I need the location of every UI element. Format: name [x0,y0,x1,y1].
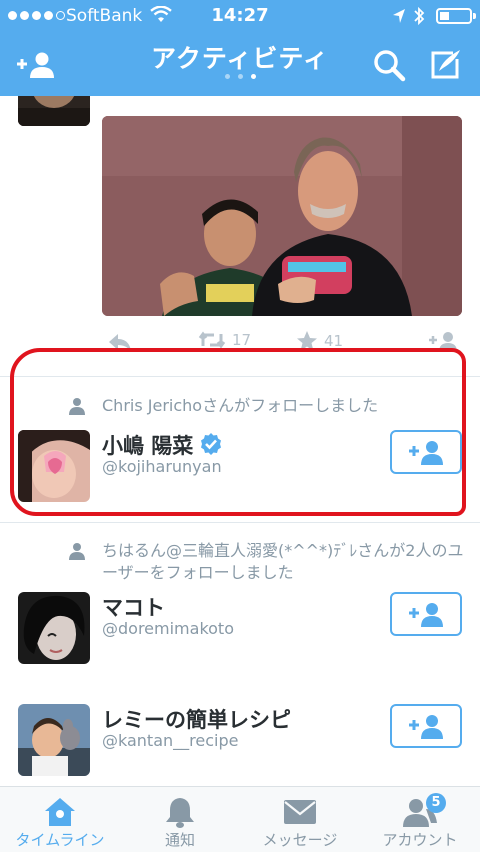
user-display-name[interactable]: 小嶋 陽菜 [102,430,223,460]
activity-context-text: ちはるん@三輪直人溺愛(*^^*)ﾃﾞﾚさんが2人のユーザーをフォローしました [102,541,464,582]
tab-messages[interactable]: メッセージ [240,787,360,852]
user-avatar[interactable] [18,430,90,502]
user-name-text: 小嶋 陽菜 [102,434,194,458]
bluetooth-icon [414,6,425,26]
tab-label: タイムライン [15,831,105,849]
envelope-icon [284,800,316,824]
search-icon [374,50,406,82]
status-bar: SoftBank 14:27 [0,0,480,34]
twitter-app: SoftBank 14:27 アクティビティ 17 41 Chris Jeric… [0,0,480,852]
avatar-photo [18,430,90,502]
user-avatar[interactable] [18,592,90,664]
tab-account[interactable]: 5 アカウント [360,787,480,852]
search-button[interactable] [368,44,410,86]
tab-bar: タイムライン 通知 メッセージ 5 アカウント [0,786,480,852]
activity-context: Chris Jerichoさんがフォローしました [68,395,468,417]
star-icon [297,331,317,351]
tweet-author-avatar[interactable] [18,96,90,126]
home-icon [45,798,75,826]
follow-button[interactable] [390,704,462,748]
user-display-name[interactable]: マコト [102,592,165,622]
user-handle: @doremimakoto [102,619,234,638]
user-avatar[interactable] [18,704,90,776]
tab-label: アカウント [382,831,458,849]
reply-icon [109,334,131,351]
activity-context: ちはるん@三輪直人溺愛(*^^*)ﾃﾞﾚさんが2人のユーザーをフォローしました [68,540,468,584]
add-user-icon [409,441,443,465]
avatar-photo [18,96,90,126]
activity-context-text: Chris Jerichoさんがフォローしました [102,396,379,415]
verified-badge-icon [201,433,222,455]
location-arrow-icon [393,9,405,23]
compose-button[interactable] [424,44,466,86]
tab-timeline[interactable]: タイムライン [0,787,120,852]
status-time: 14:27 [211,5,269,26]
tab-label: メッセージ [262,831,338,849]
add-user-icon [409,715,443,739]
account-badge: 5 [426,793,446,813]
follow-button[interactable] [390,592,462,636]
user-handle: @kantan__recipe [102,731,239,750]
favorite-button[interactable]: 41 [296,330,343,352]
battery-icon [436,8,476,24]
compose-icon [431,50,460,79]
retweet-button[interactable]: 17 [198,330,251,350]
bell-icon [166,798,194,828]
follow-author-button[interactable] [428,330,458,352]
user-handle: @kojiharunyan [102,457,222,476]
tweet-photo[interactable] [102,116,462,316]
person-icon [69,543,85,560]
activity-feed[interactable]: 17 41 Chris Jerichoさんがフォローしました 小嶋 陽菜 @ko… [0,96,480,786]
add-user-icon [429,332,457,352]
reply-button[interactable] [108,332,132,352]
tab-notifications[interactable]: 通知 [120,787,240,852]
follow-button[interactable] [390,430,462,474]
avatar-photo [18,592,90,664]
add-user-icon [409,603,443,627]
avatar-photo [18,704,90,776]
tweet-photo-image [102,116,462,316]
retweet-count: 17 [232,331,252,349]
person-icon [69,398,85,415]
retweet-icon [198,331,226,349]
top-bar: SoftBank 14:27 アクティビティ [0,0,480,96]
tab-label: 通知 [164,831,195,849]
nav-bar: アクティビティ [0,34,480,96]
divider [0,522,480,523]
favorite-count: 41 [324,332,344,350]
divider [0,376,480,377]
tweet-action-bar: 17 41 [102,330,462,356]
user-display-name[interactable]: レミーの簡単レシピ [102,704,291,734]
